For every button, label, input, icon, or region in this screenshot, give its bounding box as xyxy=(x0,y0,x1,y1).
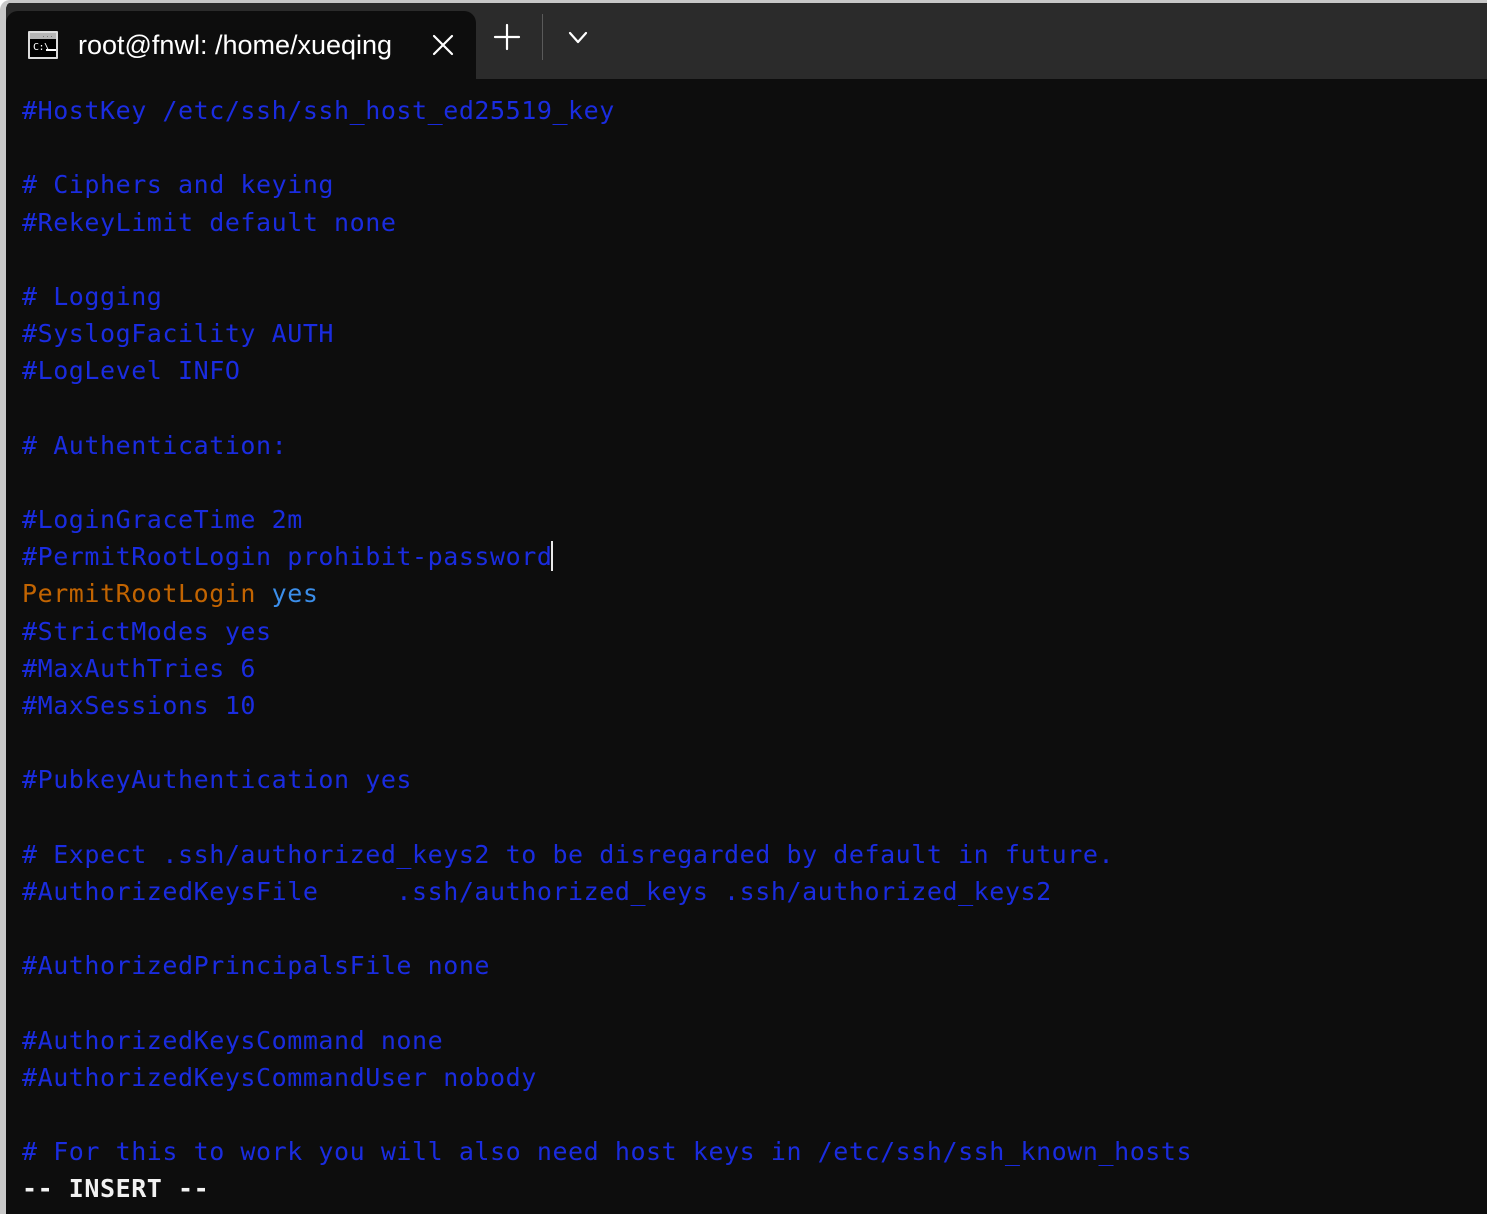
terminal-viewport[interactable]: #HostKey /etc/ssh/ssh_host_ed25519_key #… xyxy=(6,79,1487,1214)
terminal-line: #AuthorizedKeysCommandUser nobody xyxy=(22,1059,1487,1096)
tab-root-fnwl[interactable]: ... C:\ root@fnwl: /home/xueqing xyxy=(6,11,476,79)
terminal-line: #SyslogFacility AUTH xyxy=(22,315,1487,352)
config-comment: #PubkeyAuthentication yes xyxy=(22,765,413,795)
terminal-line: # Logging xyxy=(22,278,1487,315)
config-comment: #RekeyLimit default none xyxy=(22,207,397,237)
terminal-window: ... C:\ root@fnwl: /home/xueqing #HostKe… xyxy=(0,0,1487,1214)
vim-status-line: -- INSERT -- xyxy=(22,1170,1487,1207)
toolbar-separator xyxy=(542,14,543,60)
terminal-line: #PermitRootLogin prohibit-password xyxy=(22,538,1487,575)
terminal-line: #StrictModes yes xyxy=(22,613,1487,650)
vim-mode-indicator: -- INSERT -- xyxy=(22,1174,210,1204)
new-tab-icon[interactable] xyxy=(476,3,538,73)
terminal-line: #PubkeyAuthentication yes xyxy=(22,761,1487,798)
terminal-line: #RekeyLimit default none xyxy=(22,204,1487,241)
terminal-line: # For this to work you will also need ho… xyxy=(22,1133,1487,1170)
config-comment: # Logging xyxy=(22,281,163,311)
config-comment: #AuthorizedPrincipalsFile none xyxy=(22,951,491,981)
terminal-line: PermitRootLogin yes xyxy=(22,575,1487,612)
terminal-line: # Ciphers and keying xyxy=(22,166,1487,203)
config-comment: #AuthorizedKeysCommandUser nobody xyxy=(22,1062,537,1092)
terminal-line: #AuthorizedKeysCommand none xyxy=(22,1022,1487,1059)
config-comment: # Ciphers and keying xyxy=(22,170,335,200)
terminal-line: #MaxAuthTries 6 xyxy=(22,650,1487,687)
config-comment: #AuthorizedKeysCommand none xyxy=(22,1025,444,1055)
console-icon: ... C:\ xyxy=(28,31,58,59)
config-comment: #HostKey /etc/ssh/ssh_host_ed25519_key xyxy=(22,96,615,125)
chevron-down-icon[interactable] xyxy=(547,3,609,73)
tab-strip: ... C:\ root@fnwl: /home/xueqing xyxy=(6,3,476,79)
config-comment: #LogLevel INFO xyxy=(22,356,241,386)
terminal-line: # Expect .ssh/authorized_keys2 to be dis… xyxy=(22,836,1487,873)
config-comment: # Expect .ssh/authorized_keys2 to be dis… xyxy=(22,839,1115,869)
terminal-line: # Authentication: xyxy=(22,427,1487,464)
config-directive-key: PermitRootLogin xyxy=(22,579,272,609)
terminal-line: #AuthorizedKeysFile .ssh/authorized_keys… xyxy=(22,873,1487,910)
terminal-screen[interactable]: #HostKey /etc/ssh/ssh_host_ed25519_key #… xyxy=(22,92,1487,1214)
terminal-line: #LoginGraceTime 2m xyxy=(22,501,1487,538)
config-comment: # For this to work you will also need ho… xyxy=(22,1137,1193,1167)
config-comment: #SyslogFacility AUTH xyxy=(22,319,335,349)
config-comment: # Authentication: xyxy=(22,430,288,460)
tab-title: root@fnwl: /home/xueqing xyxy=(78,29,393,60)
config-comment: #LoginGraceTime 2m xyxy=(22,505,303,535)
terminal-line: #LogLevel INFO xyxy=(22,352,1487,389)
tab-actions xyxy=(476,3,609,79)
config-comment: #StrictModes yes xyxy=(22,616,272,646)
config-comment: #MaxSessions 10 xyxy=(22,691,257,720)
titlebar: ... C:\ root@fnwl: /home/xueqing xyxy=(6,3,1487,79)
terminal-line: #MaxSessions 10 xyxy=(22,687,1487,724)
config-comment: #AuthorizedKeysFile .ssh/authorized_keys… xyxy=(22,876,1052,906)
console-icon-prompt: C:\ xyxy=(33,42,50,53)
text-cursor xyxy=(551,541,554,572)
close-icon[interactable] xyxy=(410,11,476,79)
terminal-line: #AuthorizedPrincipalsFile none xyxy=(22,947,1487,984)
terminal-line: #HostKey /etc/ssh/ssh_host_ed25519_key xyxy=(22,92,1487,129)
config-comment: #PermitRootLogin prohibit-password xyxy=(22,542,553,572)
config-comment: #MaxAuthTries 6 xyxy=(22,653,257,683)
config-directive-value: yes xyxy=(271,579,319,609)
